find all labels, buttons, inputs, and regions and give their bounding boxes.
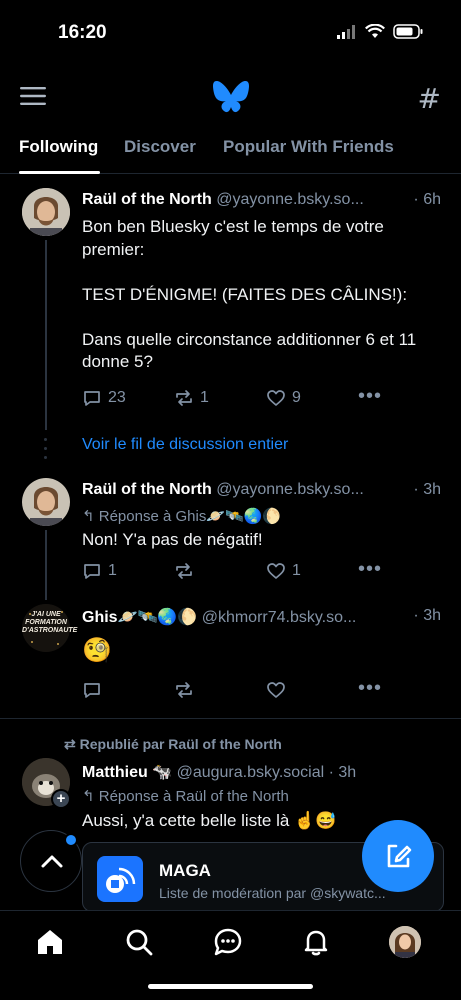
author-name[interactable]: Matthieu 🐄 [82, 764, 172, 781]
post-actions: ••• [82, 677, 401, 704]
reply-icon [84, 391, 100, 406]
like-button[interactable]: 9 [266, 388, 301, 408]
reply-to-label[interactable]: ↰ Réponse à Ghis🪐🛰️🌏🌔 [82, 507, 281, 525]
new-posts-badge [64, 833, 78, 847]
author-name[interactable]: Raül of the North [82, 481, 212, 498]
repost-label[interactable]: ⇄ Republié par Raül of the North [64, 736, 282, 753]
post-divider [0, 718, 461, 719]
avatar[interactable] [22, 478, 70, 526]
author-handle[interactable]: @yayonne.bsky.so... [216, 481, 364, 498]
post-time: · 3h [328, 764, 357, 781]
post-actions: 23 1 9 ••• [82, 385, 401, 412]
author-handle[interactable]: @augura.bsky.social [177, 764, 325, 781]
thread-dot [44, 456, 47, 459]
repost-icon [176, 682, 192, 698]
repost-icon: ⇄ [64, 736, 80, 752]
post-text: 🧐 [82, 637, 112, 664]
satellite-icon [106, 867, 136, 893]
like-count: 9 [292, 389, 301, 406]
reply-button[interactable]: 1 [82, 561, 117, 581]
view-full-thread-link[interactable]: Voir le fil de discussion entier [82, 436, 288, 454]
post-text: Bon ben Bluesky c'est le temps de votre … [82, 217, 417, 371]
menu-icon[interactable] [20, 86, 46, 106]
more-options-icon[interactable]: ••• [358, 385, 382, 408]
follow-plus-icon[interactable]: + [51, 789, 71, 809]
post-time: · 3h [413, 481, 441, 498]
profile-avatar[interactable] [389, 926, 421, 958]
avatar[interactable] [22, 188, 70, 236]
tab-following[interactable]: Following [19, 137, 98, 157]
home-icon[interactable] [35, 927, 65, 957]
wifi-icon [365, 24, 385, 38]
status-time: 16:20 [58, 22, 107, 43]
battery-icon [393, 24, 423, 39]
reply-count: 23 [108, 389, 126, 406]
hashtag-icon[interactable]: # [418, 82, 441, 115]
reply-icon [84, 564, 100, 579]
thread-dot [44, 438, 47, 441]
reply-arrow-icon: ↰ [82, 788, 99, 805]
post-author-line[interactable]: Raül of the North @yayonne.bsky.so... [82, 191, 401, 209]
post-time: · 3h [413, 607, 441, 624]
author-name[interactable]: Raül of the North [82, 191, 212, 208]
author-handle[interactable]: @yayonne.bsky.so... [216, 191, 364, 208]
like-button[interactable] [266, 680, 286, 700]
repost-button[interactable] [174, 561, 200, 581]
feed-tabs: Following Discover Popular With Friends [0, 134, 461, 174]
reply-button[interactable]: 23 [82, 388, 126, 408]
chat-icon[interactable] [213, 927, 243, 957]
post-author-line[interactable]: Ghis🪐🛰️🌏🌔 @khmorr74.bsky.so... [82, 607, 401, 627]
heart-icon [267, 563, 285, 579]
status-icons [337, 24, 423, 39]
reply-arrow-icon: ↰ [82, 508, 99, 525]
repost-icon [176, 390, 192, 406]
more-options-icon[interactable]: ••• [358, 677, 382, 700]
more-options-icon[interactable]: ••• [358, 558, 382, 581]
reply-to-label[interactable]: ↰ Réponse à Raül of the North [82, 787, 289, 805]
active-tab-indicator [19, 171, 100, 174]
tab-discover[interactable]: Discover [124, 137, 196, 157]
post-actions: 1 1 ••• [82, 558, 401, 585]
reply-to-text: Réponse à Ghis🪐🛰️🌏🌔 [98, 508, 282, 525]
heart-icon [267, 390, 285, 406]
avatar-image [22, 478, 70, 526]
compose-button[interactable] [362, 820, 434, 892]
repost-label-text: Republié par Raül of the North [79, 736, 282, 752]
butterfly-logo-icon[interactable] [212, 80, 250, 114]
avatar-text: J'AI UNE FORMATION D'ASTRONAUTE [22, 611, 78, 634]
reply-to-text: Réponse à Raül of the North [98, 788, 289, 805]
repost-button[interactable]: 1 [174, 388, 209, 408]
search-icon[interactable] [124, 927, 154, 957]
author-handle[interactable]: @khmorr74.bsky.so... [202, 609, 357, 626]
embed-subtitle: Liste de modération par @skywatc... [159, 885, 386, 901]
avatar-image [22, 188, 70, 236]
like-button[interactable]: 1 [266, 561, 301, 581]
bell-icon[interactable] [301, 927, 331, 957]
compose-icon [387, 844, 412, 868]
thread-dot [44, 447, 47, 450]
author-name[interactable]: Ghis🪐🛰️🌏🌔 [82, 609, 197, 626]
post-author-line[interactable]: Matthieu 🐄 @augura.bsky.social · 3h [82, 762, 401, 782]
post-text: Non! Y'a pas de négatif! [82, 530, 263, 549]
thread-line [45, 530, 47, 600]
thread-line [45, 240, 47, 430]
like-count: 1 [292, 562, 301, 579]
reply-button[interactable] [82, 680, 102, 700]
signal-icon [337, 24, 355, 39]
list-avatar [97, 856, 143, 902]
embed-title: MAGA [159, 861, 211, 880]
heart-icon [267, 682, 285, 698]
repost-icon [176, 563, 192, 579]
avatar-image [389, 926, 421, 958]
tab-popular-with-friends[interactable]: Popular With Friends [223, 137, 394, 157]
post-time: · 6h [413, 191, 441, 208]
home-indicator [148, 984, 313, 989]
reply-count: 1 [108, 562, 117, 579]
repost-count: 1 [200, 389, 209, 406]
repost-button[interactable] [174, 680, 194, 700]
reply-icon [84, 683, 100, 698]
post-author-line[interactable]: Raül of the North @yayonne.bsky.so... [82, 481, 401, 499]
